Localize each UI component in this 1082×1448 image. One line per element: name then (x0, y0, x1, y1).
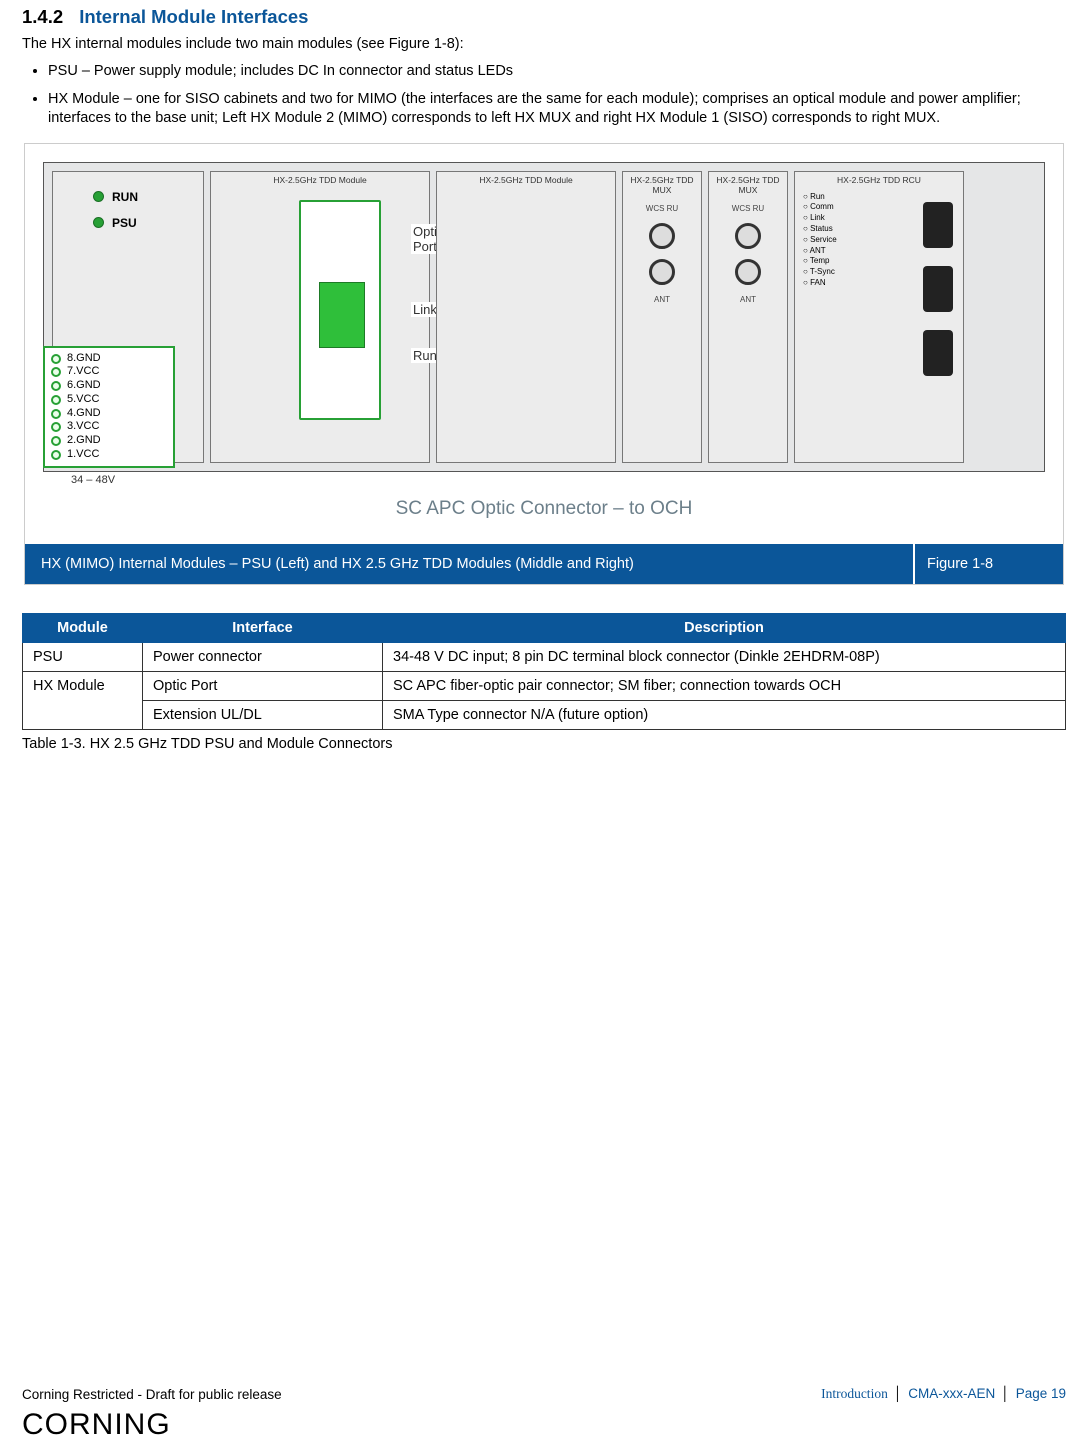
module-header: HX-2.5GHz TDD MUX (709, 172, 787, 198)
table-header: Interface (143, 613, 383, 642)
rcu-led-label: ANT (803, 246, 837, 257)
footer-doc-id: CMA-xxx-AEN (908, 1386, 995, 1401)
run-label: Run (411, 348, 439, 363)
footer-page: Page 19 (1016, 1386, 1066, 1401)
pin-label: 8.GND (67, 352, 101, 366)
figure-block: RUN PSU 8.GND 7.VCC 6.GND 5.VCC 4.GND 3.… (24, 143, 1064, 585)
sma-connector-icon (649, 223, 675, 249)
list-item: PSU – Power supply module; includes DC I… (48, 62, 1066, 82)
table-cell (23, 700, 143, 729)
optic-port (299, 200, 381, 420)
port-label: ANT (654, 295, 670, 304)
table-caption: Table ‎1-3. HX 2.5 GHz TDD PSU and Modul… (22, 736, 1066, 752)
module-header: HX-2.5GHz TDD MUX (623, 172, 701, 198)
hx-module-1: HX-2.5GHz TDD Module Optic Port Link Run (210, 171, 430, 463)
psu-psu-led: PSU (93, 216, 203, 230)
hx-module-2: HX-2.5GHz TDD Module (436, 171, 616, 463)
port-label: WCS RU (732, 204, 764, 213)
psu-run-led: RUN (93, 190, 203, 204)
module-header: HX-2.5GHz TDD Module (211, 172, 429, 188)
table-row: Extension UL/DL SMA Type connector N/A (… (23, 700, 1066, 729)
pin-label: 3.VCC (67, 420, 99, 434)
footer-section: Introduction (821, 1386, 888, 1401)
psu-module: RUN PSU 8.GND 7.VCC 6.GND 5.VCC 4.GND 3.… (52, 171, 204, 463)
dsub-connector-icon (923, 330, 953, 376)
table-cell: SC APC fiber-optic pair connector; SM fi… (383, 671, 1066, 700)
port-label: ANT (740, 295, 756, 304)
rcu-led-label: Temp (803, 256, 837, 267)
module-header: HX-2.5GHz TDD RCU (795, 172, 963, 188)
rcu-led-label: Link (803, 213, 837, 224)
figure-caption-bar: HX (MIMO) Internal Modules – PSU (Left) … (25, 544, 1063, 584)
rcu-led-label: Service (803, 235, 837, 246)
section-heading: 1.4.2 Internal Module Interfaces (22, 6, 1066, 28)
sma-connector-icon (735, 259, 761, 285)
table-cell: PSU (23, 642, 143, 671)
link-label: Link (411, 302, 439, 317)
table-cell: Power connector (143, 642, 383, 671)
voltage-range-label: 34 – 48V (71, 474, 115, 486)
figure-image: RUN PSU 8.GND 7.VCC 6.GND 5.VCC 4.GND 3.… (25, 144, 1063, 544)
table-cell: Extension UL/DL (143, 700, 383, 729)
led-icon (93, 217, 104, 228)
footer-right: Introduction│CMA-xxx-AEN│Page 19 (821, 1386, 1066, 1402)
sc-apc-callout: SC APC Optic Connector – to OCH (43, 498, 1045, 520)
rcu-module: HX-2.5GHz TDD RCU Run Comm Link Status S… (794, 171, 964, 463)
table-row: PSU Power connector 34-48 V DC input; 8 … (23, 642, 1066, 671)
table-cell: HX Module (23, 671, 143, 700)
interface-table: Module Interface Description PSU Power c… (22, 613, 1066, 730)
led-icon (93, 191, 104, 202)
list-item: HX Module – one for SISO cabinets and tw… (48, 90, 1066, 129)
rcu-connectors (923, 202, 953, 376)
table-row: HX Module Optic Port SC APC fiber-optic … (23, 671, 1066, 700)
rcu-led-label: Run (803, 192, 837, 203)
dc-pin-block: 8.GND 7.VCC 6.GND 5.VCC 4.GND 3.VCC 2.GN… (43, 346, 175, 468)
figure-reference: Figure ‎1-8 (913, 544, 1063, 584)
table-cell: Optic Port (143, 671, 383, 700)
figure-caption: HX (MIMO) Internal Modules – PSU (Left) … (25, 544, 913, 584)
hardware-panel: RUN PSU 8.GND 7.VCC 6.GND 5.VCC 4.GND 3.… (43, 162, 1045, 472)
module-header: HX-2.5GHz TDD Module (437, 172, 615, 188)
table-header: Module (23, 613, 143, 642)
section-number: 1.4.2 (22, 6, 75, 28)
corning-logo: CORNING (22, 1408, 171, 1442)
section-title: Internal Module Interfaces (79, 6, 308, 27)
pin-label: 2.GND (67, 434, 101, 448)
pin-label: 7.VCC (67, 365, 99, 379)
table-header: Description (383, 613, 1066, 642)
intro-paragraph: The HX internal modules include two main… (22, 36, 1066, 52)
pin-label: 6.GND (67, 379, 101, 393)
pin-label: 4.GND (67, 407, 101, 421)
rcu-led-label: Comm (803, 202, 837, 213)
psu-run-label: RUN (112, 190, 138, 204)
rcu-led-label: Status (803, 224, 837, 235)
table-cell: SMA Type connector N/A (future option) (383, 700, 1066, 729)
footer-left: Corning Restricted - Draft for public re… (22, 1387, 282, 1402)
pin-label: 5.VCC (67, 393, 99, 407)
sma-connector-icon (735, 223, 761, 249)
rcu-led-label: FAN (803, 278, 837, 289)
feature-list: PSU – Power supply module; includes DC I… (22, 62, 1066, 129)
rcu-led-label: T-Sync (803, 267, 837, 278)
sma-connector-icon (649, 259, 675, 285)
page-footer: Corning Restricted - Draft for public re… (22, 1386, 1066, 1402)
psu-psu-label: PSU (112, 216, 137, 230)
tdd-mux-2: HX-2.5GHz TDD MUX WCS RU ANT (708, 171, 788, 463)
table-cell: 34-48 V DC input; 8 pin DC terminal bloc… (383, 642, 1066, 671)
dsub-connector-icon (923, 266, 953, 312)
pin-label: 1.VCC (67, 448, 99, 462)
tdd-mux-1: HX-2.5GHz TDD MUX WCS RU ANT (622, 171, 702, 463)
port-label: WCS RU (646, 204, 678, 213)
dsub-connector-icon (923, 202, 953, 248)
rcu-led-list: Run Comm Link Status Service ANT Temp T-… (803, 192, 837, 289)
